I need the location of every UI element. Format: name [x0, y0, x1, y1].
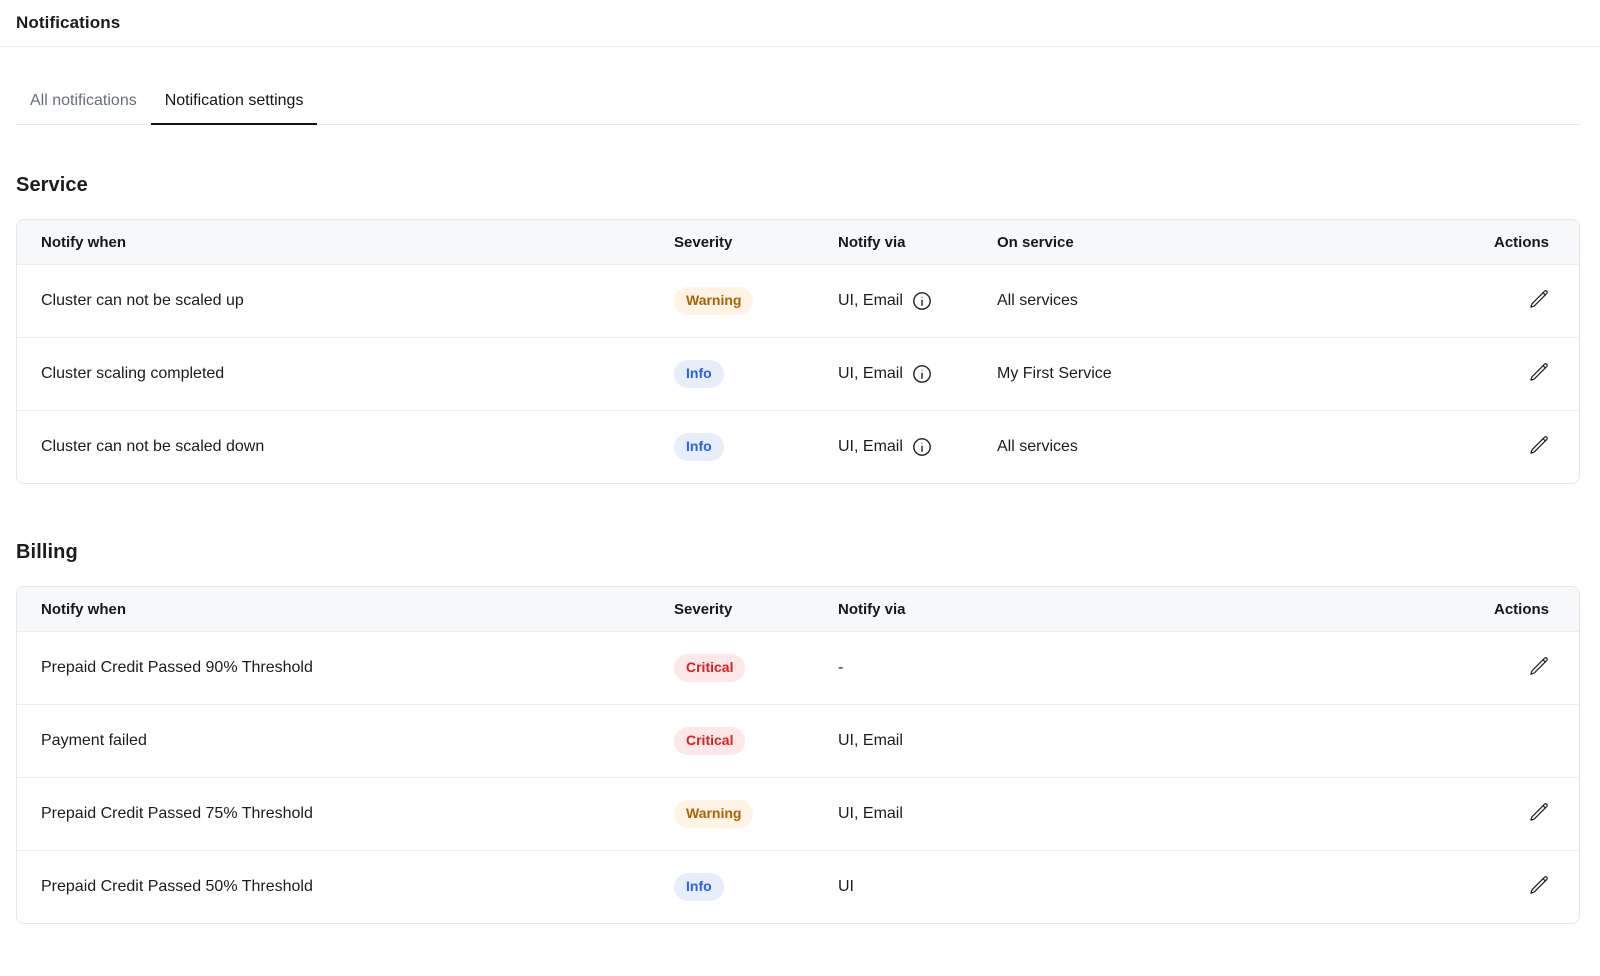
notify-when-cell: Cluster can not be scaled down	[41, 438, 674, 456]
page-title: Notifications	[16, 13, 1584, 33]
edit-row-button[interactable]	[1529, 435, 1549, 455]
col-header-notify-when: Notify when	[41, 234, 674, 251]
col-header-on-service: On service	[997, 234, 1453, 251]
notify-via-cell: UI, Email	[838, 437, 997, 457]
notify-via-text: UI, Email	[838, 805, 903, 823]
severity-badge: Warning	[674, 800, 753, 827]
section-title-service: Service	[16, 174, 1580, 197]
pencil-icon	[1529, 435, 1549, 455]
table-row: Prepaid Credit Passed 50% Threshold Info…	[17, 850, 1579, 923]
col-header-notify-when: Notify when	[41, 601, 674, 618]
notify-via-text: UI, Email	[838, 438, 903, 456]
tab-all-notifications[interactable]: All notifications	[16, 92, 151, 125]
tab-bar: All notifications Notification settings	[16, 91, 1580, 125]
severity-cell: Warning	[674, 800, 838, 827]
notify-via-cell: UI, Email	[838, 291, 997, 311]
table-row: Cluster can not be scaled down Info UI, …	[17, 410, 1579, 483]
table-row: Cluster scaling completed Info UI, Email…	[17, 337, 1579, 410]
on-service-cell: All services	[997, 438, 1453, 456]
notify-via-text: UI, Email	[838, 292, 903, 310]
col-header-notify-via: Notify via	[838, 234, 997, 251]
severity-badge: Critical	[674, 654, 745, 681]
notify-via-text: UI, Email	[838, 732, 903, 750]
main-content: Service Notify when Severity Notify via …	[0, 174, 1600, 924]
info-icon[interactable]	[912, 437, 932, 457]
notify-via-cell: -	[838, 659, 1453, 677]
table-header-row: Notify when Severity Notify via Actions	[17, 587, 1579, 631]
pencil-icon	[1529, 362, 1549, 382]
notify-when-cell: Prepaid Credit Passed 90% Threshold	[41, 659, 674, 677]
pencil-icon	[1529, 802, 1549, 822]
billing-notifications-table: Notify when Severity Notify via Actions …	[16, 586, 1580, 924]
notify-via-cell: UI, Email	[838, 364, 997, 384]
table-row: Prepaid Credit Passed 90% Threshold Crit…	[17, 631, 1579, 704]
table-row: Cluster can not be scaled up Warning UI,…	[17, 264, 1579, 337]
section-title-billing: Billing	[16, 541, 1580, 564]
notify-via-cell: UI, Email	[838, 805, 1453, 823]
on-service-cell: My First Service	[997, 365, 1453, 383]
severity-cell: Info	[674, 433, 838, 460]
edit-row-button[interactable]	[1529, 802, 1549, 822]
tab-notification-settings[interactable]: Notification settings	[151, 92, 318, 125]
notify-via-text: UI	[838, 878, 854, 896]
col-header-severity: Severity	[674, 234, 838, 251]
service-notifications-table: Notify when Severity Notify via On servi…	[16, 219, 1580, 484]
notify-via-text: -	[838, 659, 843, 677]
info-icon[interactable]	[912, 364, 932, 384]
severity-badge: Info	[674, 873, 724, 900]
col-header-notify-via: Notify via	[838, 601, 1453, 618]
table-row: Prepaid Credit Passed 75% Threshold Warn…	[17, 777, 1579, 850]
severity-cell: Info	[674, 873, 838, 900]
severity-cell: Info	[674, 360, 838, 387]
notify-when-cell: Payment failed	[41, 732, 674, 750]
edit-row-button[interactable]	[1529, 656, 1549, 676]
pencil-icon	[1529, 875, 1549, 895]
notify-when-cell: Prepaid Credit Passed 75% Threshold	[41, 805, 674, 823]
notify-when-cell: Cluster scaling completed	[41, 365, 674, 383]
severity-badge: Info	[674, 433, 724, 460]
notify-via-text: UI, Email	[838, 365, 903, 383]
severity-badge: Warning	[674, 287, 753, 314]
edit-row-button[interactable]	[1529, 362, 1549, 382]
col-header-actions: Actions	[1494, 601, 1549, 618]
edit-row-button[interactable]	[1529, 289, 1549, 309]
severity-cell: Warning	[674, 287, 838, 314]
notify-when-cell: Cluster can not be scaled up	[41, 292, 674, 310]
severity-badge: Info	[674, 360, 724, 387]
notify-via-cell: UI	[838, 878, 1453, 896]
pencil-icon	[1529, 656, 1549, 676]
notify-when-cell: Prepaid Credit Passed 50% Threshold	[41, 878, 674, 896]
page-header: Notifications	[0, 0, 1600, 47]
severity-badge: Critical	[674, 727, 745, 754]
col-header-actions: Actions	[1494, 234, 1549, 251]
edit-row-button[interactable]	[1529, 875, 1549, 895]
notify-via-cell: UI, Email	[838, 732, 1453, 750]
severity-cell: Critical	[674, 654, 838, 681]
severity-cell: Critical	[674, 727, 838, 754]
on-service-cell: All services	[997, 292, 1453, 310]
pencil-icon	[1529, 289, 1549, 309]
info-icon[interactable]	[912, 291, 932, 311]
table-header-row: Notify when Severity Notify via On servi…	[17, 220, 1579, 264]
table-row: Payment failed Critical UI, Email	[17, 704, 1579, 777]
col-header-severity: Severity	[674, 601, 838, 618]
